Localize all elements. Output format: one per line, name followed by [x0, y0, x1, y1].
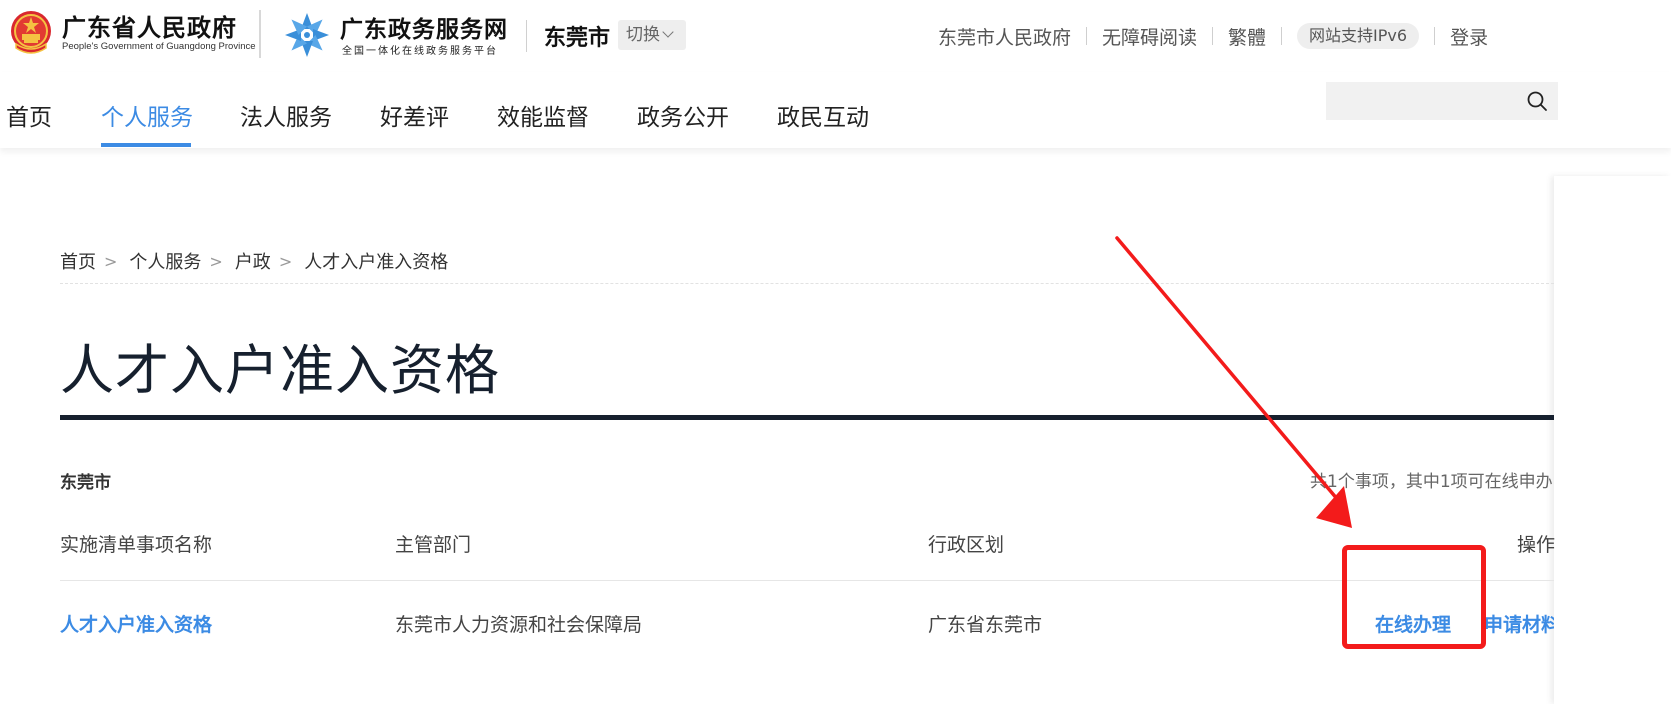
item-summary: 共1个事项，其中1项可在线申办	[1310, 472, 1553, 492]
gd-portal-logo-icon	[285, 13, 329, 57]
gov-name-en: People's Government of Guangdong Provinc…	[62, 41, 256, 52]
chevron-down-icon	[662, 26, 674, 38]
service-item-dept: 东莞市人力资源和社会保障局	[395, 614, 643, 636]
col-header-name: 实施清单事项名称	[60, 534, 213, 556]
top-link-separator	[1086, 27, 1088, 45]
nav-item-efficiency-supervision[interactable]: 效能监督	[497, 98, 589, 132]
header-divider	[259, 10, 261, 58]
online-apply-link[interactable]: 在线办理	[1375, 610, 1451, 637]
portal-subtitle: 全国一体化在线政务服务平台	[342, 46, 498, 57]
national-emblem-icon	[11, 11, 51, 54]
portal-name[interactable]: 广东政务服务网	[340, 10, 508, 44]
breadcrumb-household-registration[interactable]: 户政	[235, 248, 271, 274]
top-header: 广东省人民政府 People's Government of Guangdong…	[0, 0, 1671, 72]
breadcrumb-personal-services[interactable]: 个人服务	[129, 248, 201, 274]
region-label: 东莞市	[60, 473, 111, 493]
service-item-name-link[interactable]: 人才入户准入资格	[60, 610, 212, 637]
title-rule	[60, 415, 1554, 420]
login-link[interactable]: 登录	[1450, 23, 1488, 50]
city-divider	[526, 20, 527, 52]
top-link-separator	[1281, 27, 1283, 45]
col-header-area: 行政区划	[928, 534, 1005, 556]
main-nav: 首页 个人服务 法人服务 好差评 效能监督 政务公开 政民互动	[0, 72, 1671, 148]
link-traditional-chinese[interactable]: 繁體	[1228, 23, 1266, 50]
link-dongguan-gov[interactable]: 东莞市人民政府	[938, 23, 1071, 50]
ipv6-badge: 网站支持IPv6	[1297, 23, 1420, 49]
nav-item-corporate-services[interactable]: 法人服务	[240, 98, 332, 132]
top-links: 东莞市人民政府 无障碍阅读 繁體 网站支持IPv6 登录	[938, 22, 1488, 50]
breadcrumb-divider	[60, 283, 1554, 284]
nav-active-underline	[101, 143, 191, 147]
nav-item-home[interactable]: 首页	[6, 98, 52, 132]
breadcrumb-separator: >	[278, 251, 293, 271]
search-input[interactable]	[1326, 82, 1558, 120]
table-divider	[60, 580, 1554, 581]
breadcrumb: 首页 > 个人服务 > 户政 > 人才入户准入资格	[60, 248, 448, 274]
search-icon[interactable]	[1526, 90, 1548, 112]
breadcrumb-separator: >	[104, 251, 118, 271]
right-floating-panel	[1554, 176, 1671, 704]
col-header-action: 操作	[1517, 534, 1556, 556]
nav-item-government-affairs[interactable]: 政务公开	[637, 98, 729, 132]
city-switch-button[interactable]: 切换	[618, 20, 686, 50]
nav-item-personal-services[interactable]: 个人服务	[101, 98, 193, 132]
service-item-area: 广东省东莞市	[928, 614, 1043, 636]
nav-item-public-interaction[interactable]: 政民互动	[777, 98, 869, 132]
city-switch-label: 切换	[626, 25, 660, 45]
top-link-separator	[1212, 27, 1214, 45]
nav-item-ratings[interactable]: 好差评	[380, 98, 449, 132]
gov-name[interactable]: 广东省人民政府	[62, 8, 237, 43]
breadcrumb-separator: >	[209, 251, 223, 271]
link-accessibility[interactable]: 无障碍阅读	[1102, 23, 1197, 50]
page-title: 人才入户准入资格	[60, 339, 500, 402]
breadcrumb-current: 人才入户准入资格	[304, 252, 449, 273]
breadcrumb-home[interactable]: 首页	[60, 248, 96, 274]
application-materials-link[interactable]: 申请材料	[1484, 610, 1554, 637]
top-link-separator	[1434, 27, 1436, 45]
current-city: 东莞市	[544, 26, 611, 51]
col-header-dept: 主管部门	[395, 534, 472, 556]
